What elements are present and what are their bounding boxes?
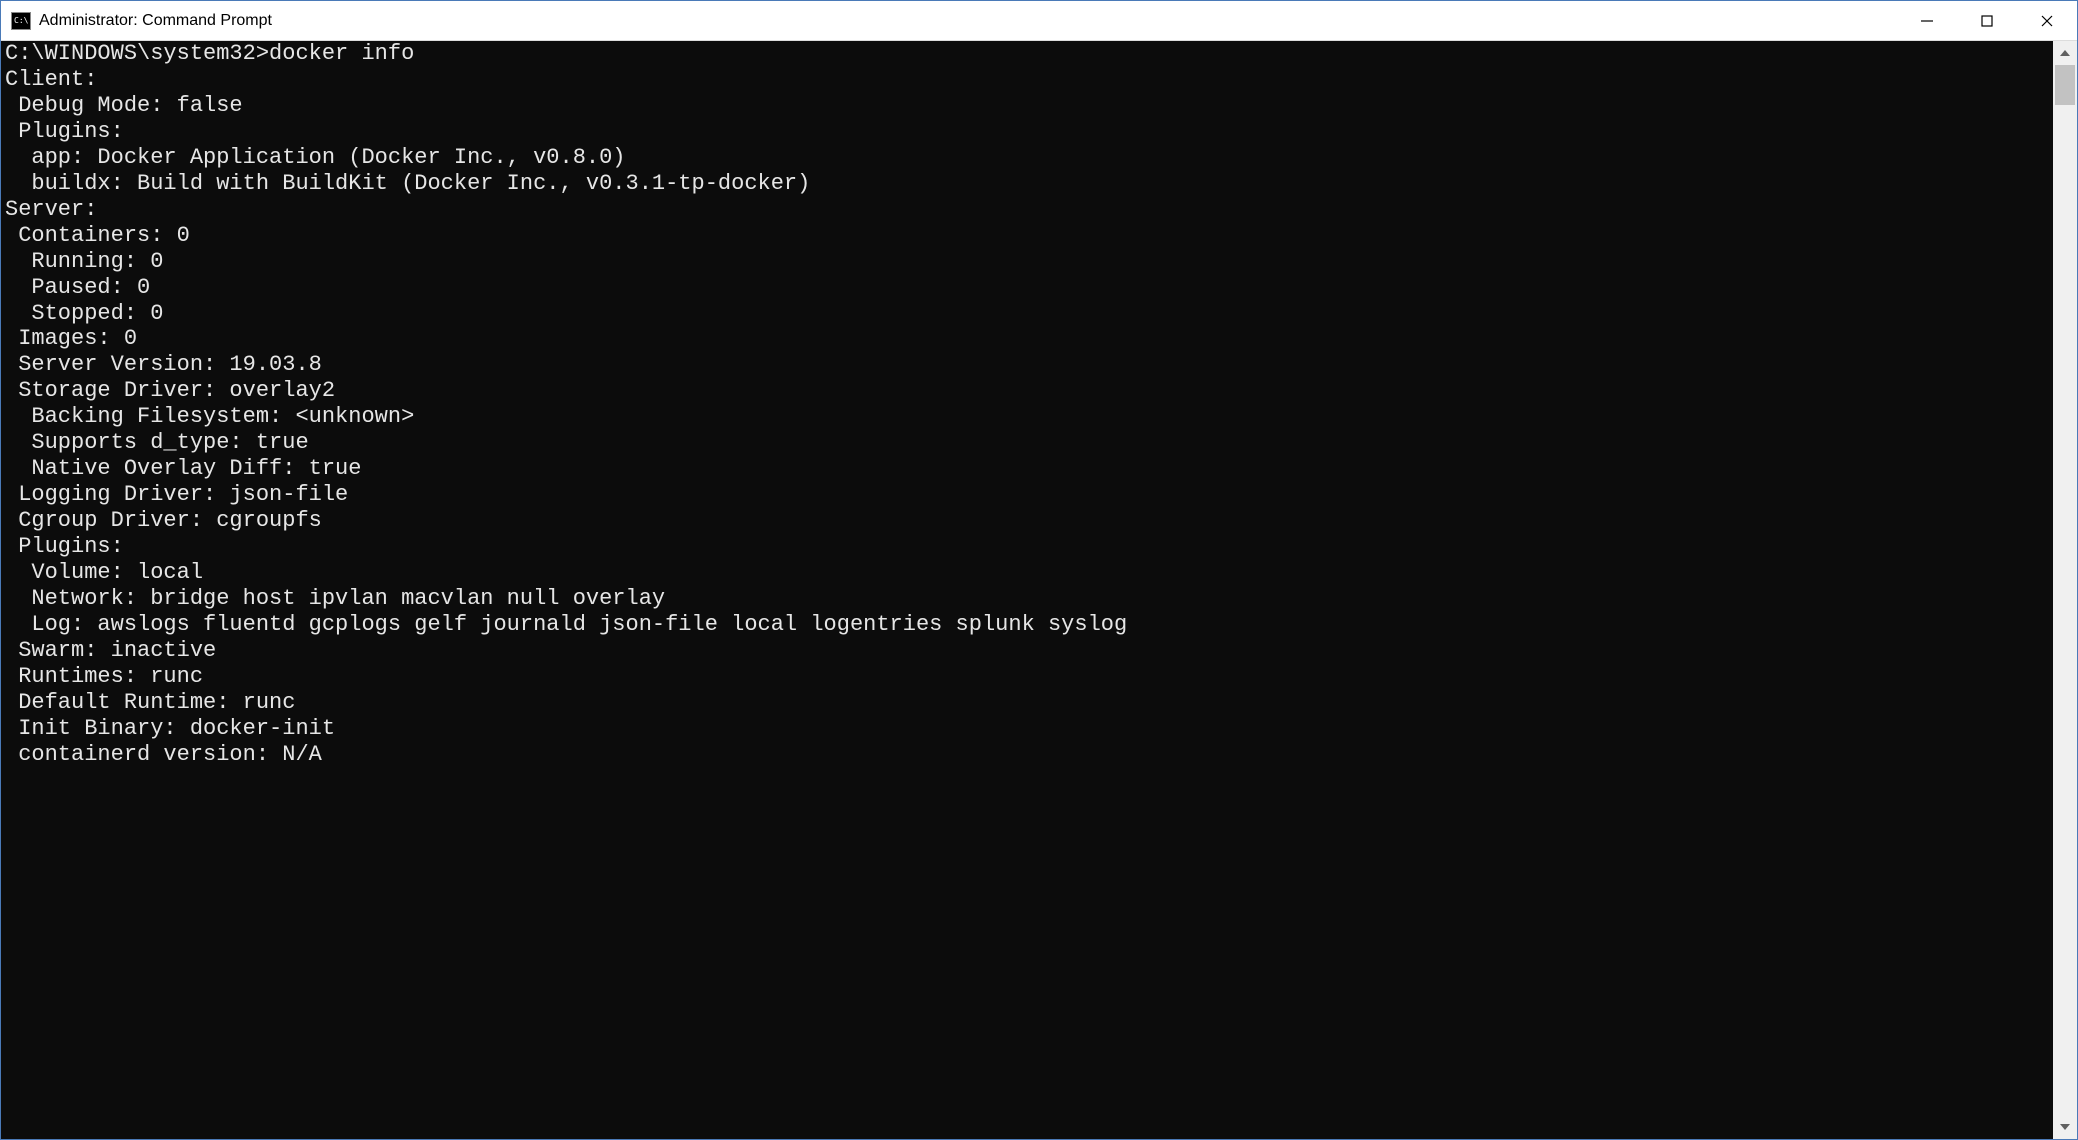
terminal-line: Init Binary: docker-init: [5, 716, 2049, 742]
chevron-down-icon: [2060, 1124, 2070, 1130]
terminal-line: Stopped: 0: [5, 301, 2049, 327]
minimize-icon: [1920, 14, 1934, 28]
terminal-line: Supports d_type: true: [5, 430, 2049, 456]
terminal-line: Volume: local: [5, 560, 2049, 586]
content-area: C:\WINDOWS\system32>docker infoClient: D…: [1, 41, 2077, 1139]
terminal-line: Storage Driver: overlay2: [5, 378, 2049, 404]
scroll-up-arrow[interactable]: [2053, 41, 2077, 65]
maximize-icon: [1980, 14, 1994, 28]
terminal-line: Runtimes: runc: [5, 664, 2049, 690]
scroll-down-arrow[interactable]: [2053, 1115, 2077, 1139]
terminal-line: Server Version: 19.03.8: [5, 352, 2049, 378]
window-controls: [1897, 1, 2077, 40]
terminal-line: Log: awslogs fluentd gcplogs gelf journa…: [5, 612, 2049, 638]
vertical-scrollbar[interactable]: [2053, 41, 2077, 1139]
terminal-line: app: Docker Application (Docker Inc., v0…: [5, 145, 2049, 171]
terminal-line: Plugins:: [5, 534, 2049, 560]
terminal-line: Logging Driver: json-file: [5, 482, 2049, 508]
scroll-track[interactable]: [2053, 65, 2077, 1115]
titlebar[interactable]: Administrator: Command Prompt: [1, 1, 2077, 41]
terminal-line: Default Runtime: runc: [5, 690, 2049, 716]
terminal-line: Cgroup Driver: cgroupfs: [5, 508, 2049, 534]
terminal-line: Client:: [5, 67, 2049, 93]
terminal-line: Native Overlay Diff: true: [5, 456, 2049, 482]
terminal-line: Debug Mode: false: [5, 93, 2049, 119]
chevron-up-icon: [2060, 50, 2070, 56]
terminal-line: Plugins:: [5, 119, 2049, 145]
terminal-line: containerd version: N/A: [5, 742, 2049, 768]
terminal-output[interactable]: C:\WINDOWS\system32>docker infoClient: D…: [1, 41, 2053, 1139]
minimize-button[interactable]: [1897, 1, 1957, 40]
close-icon: [2040, 14, 2054, 28]
command-prompt-window: Administrator: Command Prompt C:\WINDOWS…: [0, 0, 2078, 1140]
terminal-line: Running: 0: [5, 249, 2049, 275]
terminal-line: Network: bridge host ipvlan macvlan null…: [5, 586, 2049, 612]
terminal-line: Containers: 0: [5, 223, 2049, 249]
maximize-button[interactable]: [1957, 1, 2017, 40]
terminal-line: buildx: Build with BuildKit (Docker Inc.…: [5, 171, 2049, 197]
terminal-line: C:\WINDOWS\system32>docker info: [5, 41, 2049, 67]
terminal-line: Backing Filesystem: <unknown>: [5, 404, 2049, 430]
terminal-line: Server:: [5, 197, 2049, 223]
close-button[interactable]: [2017, 1, 2077, 40]
window-title: Administrator: Command Prompt: [39, 12, 1897, 30]
terminal-line: Images: 0: [5, 326, 2049, 352]
scroll-thumb[interactable]: [2055, 65, 2075, 105]
terminal-line: Paused: 0: [5, 275, 2049, 301]
terminal-line: Swarm: inactive: [5, 638, 2049, 664]
cmd-icon: [11, 12, 31, 30]
